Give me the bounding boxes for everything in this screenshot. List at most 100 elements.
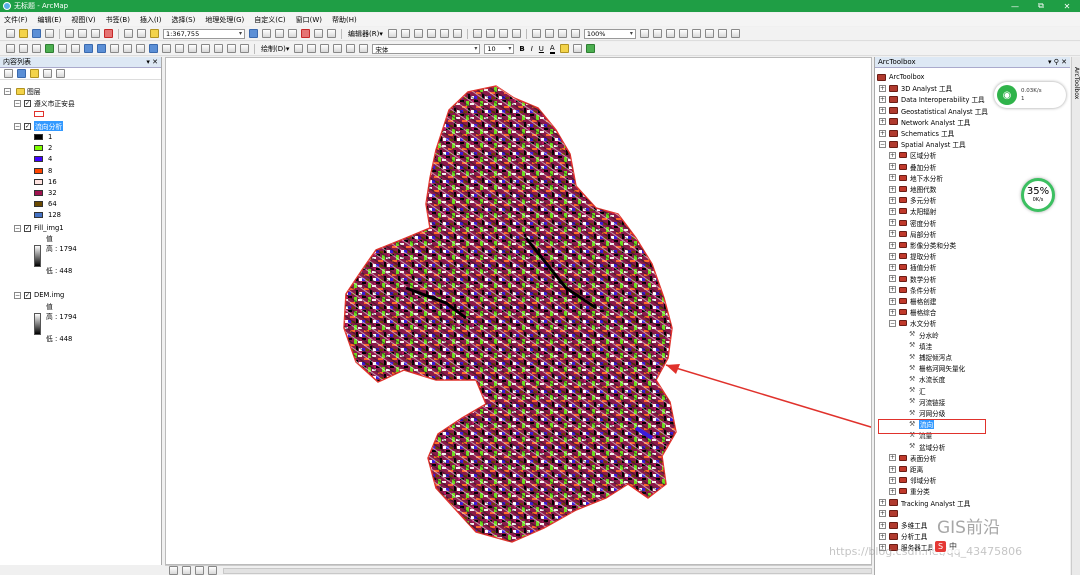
- collapse-icon[interactable]: −: [14, 122, 21, 130]
- expand-icon[interactable]: +: [889, 263, 896, 271]
- toolset-item[interactable]: + 多元分析: [889, 195, 936, 205]
- restore-button[interactable]: ⧉: [1028, 0, 1054, 12]
- forward-icon[interactable]: [97, 44, 106, 53]
- collapse-icon[interactable]: −: [4, 87, 11, 95]
- toc-icon[interactable]: [262, 29, 271, 38]
- toggle-draft-icon[interactable]: [639, 29, 649, 38]
- list-by-source-icon[interactable]: [17, 69, 26, 78]
- expand-icon[interactable]: +: [889, 275, 896, 283]
- toolset-item[interactable]: + 数学分析: [889, 274, 936, 284]
- toolset-item[interactable]: + 地图代数: [889, 184, 936, 194]
- endpoint-arc-icon[interactable]: [426, 29, 436, 38]
- toolset-item[interactable]: + 叠加分析: [889, 162, 936, 172]
- expand-icon[interactable]: +: [889, 219, 896, 227]
- toolset-item[interactable]: + 邻域分析: [889, 475, 936, 485]
- toolset-item[interactable]: + 表面分析: [889, 453, 936, 463]
- expand-icon[interactable]: +: [889, 196, 896, 204]
- open-icon[interactable]: [19, 29, 28, 38]
- line-color-icon[interactable]: [572, 44, 582, 53]
- list-by-visibility-icon[interactable]: [30, 69, 39, 78]
- map-view[interactable]: [165, 57, 872, 565]
- catalog-icon[interactable]: [275, 29, 284, 38]
- expand-icon[interactable]: +: [879, 84, 886, 92]
- expand-icon[interactable]: +: [889, 230, 896, 238]
- tool-item[interactable]: ⚒ 栅格河网矢量化: [909, 363, 965, 373]
- layers-root[interactable]: − 图层: [4, 86, 41, 96]
- tool-item[interactable]: ⚒ 河网分级: [909, 408, 945, 418]
- undo-icon[interactable]: [124, 29, 133, 38]
- toolset-item[interactable]: + 重分类: [889, 486, 930, 496]
- expand-icon[interactable]: +: [889, 308, 896, 316]
- side-tab[interactable]: ArcToolbox: [1071, 57, 1080, 575]
- measure-icon[interactable]: [188, 44, 197, 53]
- save-icon[interactable]: [32, 29, 41, 38]
- data-driven-pages-icon[interactable]: [678, 29, 688, 38]
- sketch-properties-icon[interactable]: [511, 29, 521, 38]
- menu-edit[interactable]: 编辑(E): [38, 15, 62, 25]
- expand-icon[interactable]: +: [889, 487, 896, 495]
- find-icon[interactable]: [162, 44, 171, 53]
- toolset-item[interactable]: + 区域分析: [889, 150, 936, 160]
- select-features-icon[interactable]: [110, 44, 119, 53]
- expand-icon[interactable]: +: [879, 499, 886, 507]
- menu-selection[interactable]: 选择(S): [171, 15, 195, 25]
- zoom-out-icon[interactable]: [19, 44, 28, 53]
- layout-view-icon[interactable]: [182, 566, 191, 575]
- close-button[interactable]: ✕: [1054, 0, 1080, 12]
- expand-icon[interactable]: +: [879, 532, 886, 540]
- expand-icon[interactable]: +: [889, 241, 896, 249]
- hyperlink-icon[interactable]: [201, 44, 210, 53]
- toolset-item[interactable]: + 提取分析: [889, 251, 936, 261]
- toolset-item[interactable]: + 地下水分析: [889, 173, 943, 183]
- toolbox-item[interactable]: + 分析工具: [879, 531, 927, 541]
- print-icon[interactable]: [45, 29, 54, 38]
- split-icon[interactable]: [472, 29, 482, 38]
- toolset-item[interactable]: + 局部分析: [889, 229, 936, 239]
- toolset-item[interactable]: + 插值分析: [889, 262, 936, 272]
- layer-flow-direction[interactable]: − ✓ 流向分析: [14, 121, 64, 131]
- tool-item[interactable]: ⚒ 盆域分析: [909, 442, 945, 452]
- italic-button[interactable]: I: [531, 45, 533, 53]
- expand-icon[interactable]: +: [879, 95, 886, 103]
- rotate-icon[interactable]: [485, 29, 495, 38]
- rotate-element-icon[interactable]: [307, 44, 317, 53]
- bold-button[interactable]: B: [519, 45, 524, 53]
- toolbox-item[interactable]: + 多维工具: [879, 520, 927, 530]
- pin-close-icon[interactable]: ▾ ⚲ ✕: [1048, 58, 1067, 66]
- focus-data-frame-icon[interactable]: [652, 29, 662, 38]
- straight-segment-icon[interactable]: [413, 29, 423, 38]
- point-icon[interactable]: [452, 29, 462, 38]
- toolset-item[interactable]: + 栅格创建: [889, 296, 936, 306]
- refresh-icon[interactable]: [195, 566, 204, 575]
- zoom-percent-combo[interactable]: 100% ▾: [583, 28, 636, 39]
- toolbox-root[interactable]: ArcToolbox: [877, 72, 924, 82]
- data-view-icon[interactable]: [169, 566, 178, 575]
- list-by-drawing-order-icon[interactable]: [4, 69, 13, 78]
- pause-drawing-icon[interactable]: [208, 566, 217, 575]
- expand-icon[interactable]: +: [889, 151, 896, 159]
- list-by-selection-icon[interactable]: [43, 69, 52, 78]
- layer-visibility-checkbox[interactable]: ✓: [24, 224, 31, 232]
- legend-class[interactable]: 32: [34, 188, 57, 198]
- back-icon[interactable]: [84, 44, 93, 53]
- collapse-icon[interactable]: −: [889, 319, 896, 327]
- tool-item[interactable]: ⚒ 分水岭: [909, 330, 939, 340]
- layer-zhengan-symbol[interactable]: [34, 109, 44, 119]
- legend-class[interactable]: 4: [34, 154, 52, 164]
- editor-menu[interactable]: 编辑器(R)▾: [348, 29, 383, 39]
- toolbox-item[interactable]: + Data Interoperability 工具: [879, 94, 985, 104]
- report-icon[interactable]: [730, 29, 740, 38]
- font-color-button[interactable]: A: [549, 44, 555, 54]
- zoom-out-fixed-icon[interactable]: [570, 29, 580, 38]
- layer-visibility-checkbox[interactable]: ✓: [24, 99, 31, 107]
- toolset-item[interactable]: + 密度分析: [889, 218, 936, 228]
- toolset-item[interactable]: + 栅格综合: [889, 307, 936, 317]
- zoom-to-element-icon[interactable]: [320, 44, 330, 53]
- toolbox-item[interactable]: +3D Analyst 工具: [879, 83, 952, 93]
- arctoolbox-icon[interactable]: [301, 29, 310, 38]
- delete-icon[interactable]: [104, 29, 113, 38]
- edit-vertices-icon[interactable]: [359, 44, 369, 53]
- expand-icon[interactable]: +: [879, 521, 886, 529]
- legend-class[interactable]: 16: [34, 177, 57, 187]
- expand-icon[interactable]: +: [889, 174, 896, 182]
